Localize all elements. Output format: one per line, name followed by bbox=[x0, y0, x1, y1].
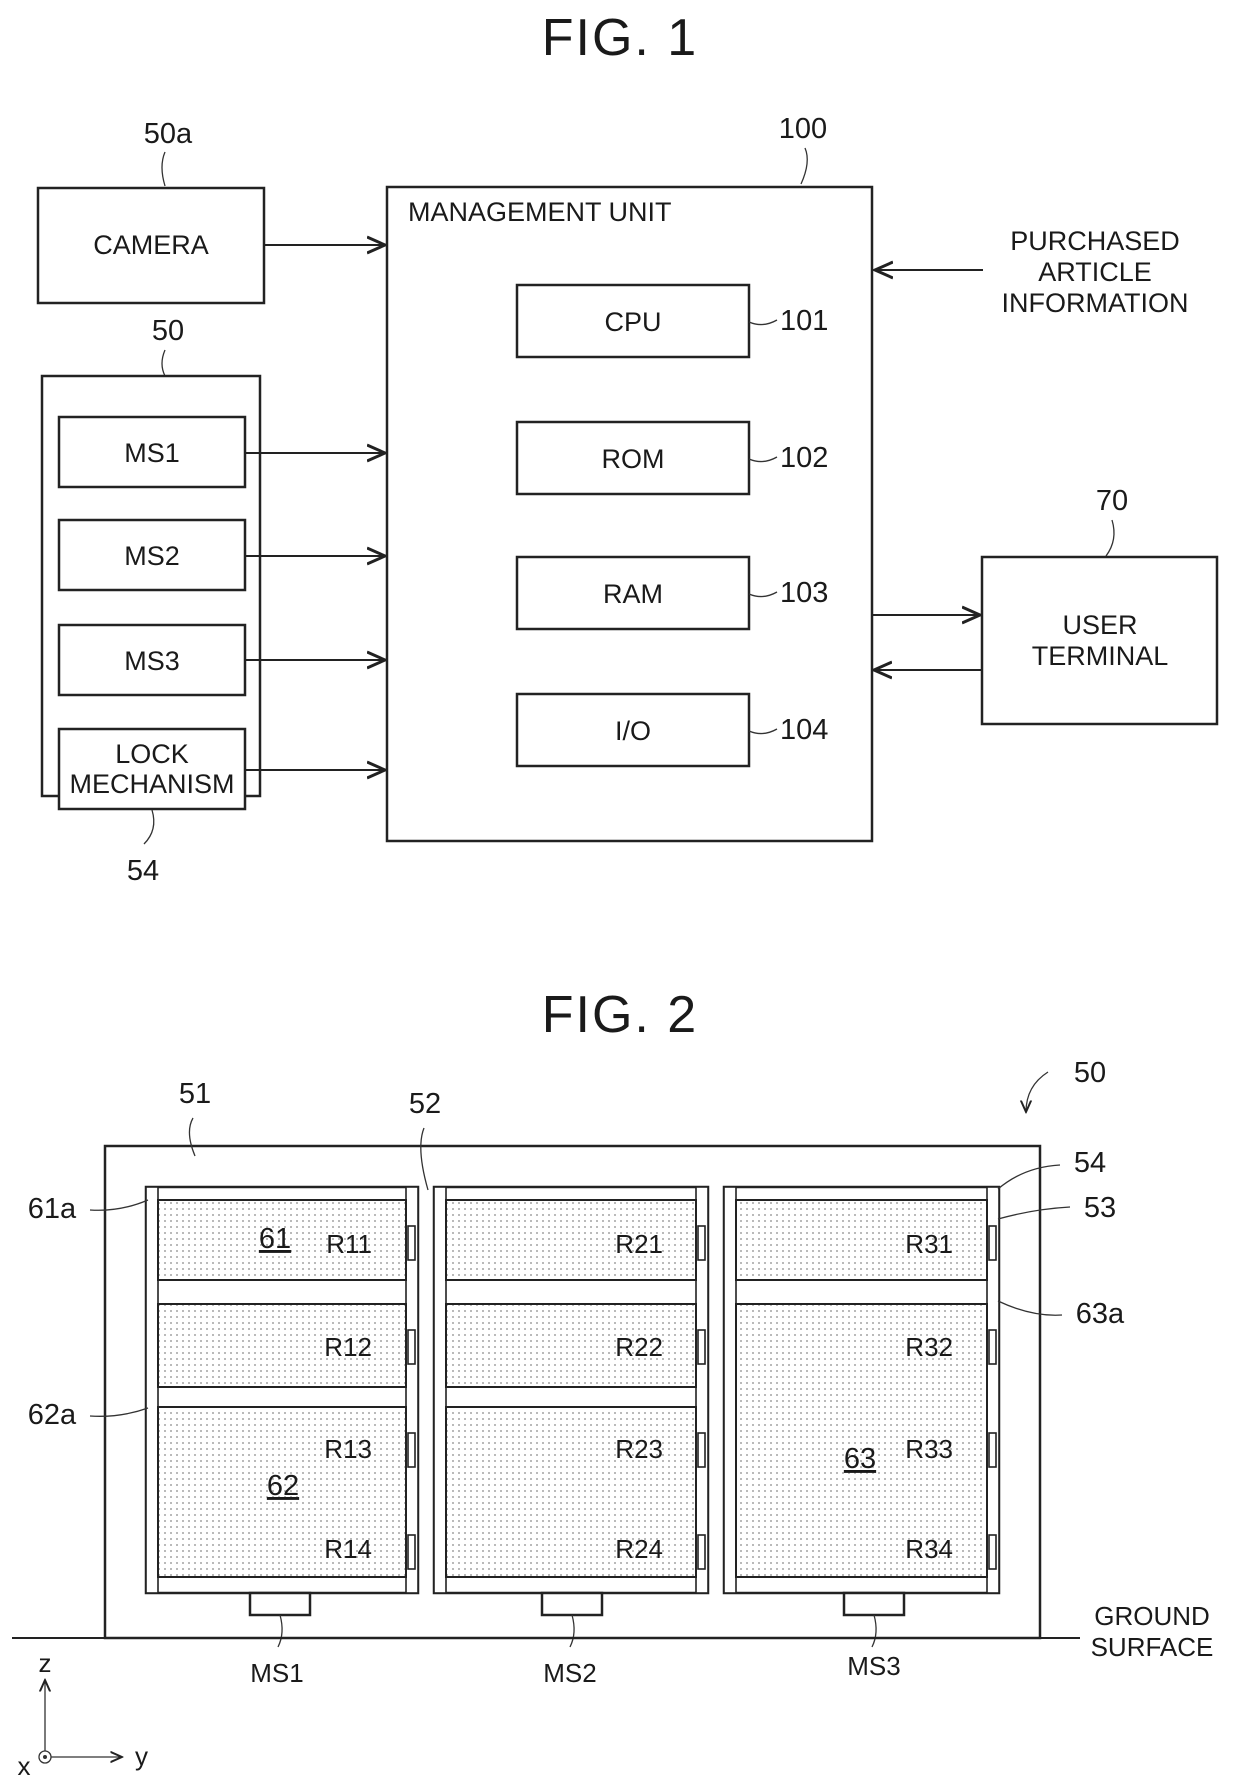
box-63a-ref: 63a bbox=[1076, 1298, 1125, 1330]
management-unit: 100 MANAGEMENT UNIT CPU 101 ROM 102 RAM … bbox=[385, 113, 874, 843]
io-ref: 104 bbox=[780, 714, 828, 746]
ms1-label: MS1 bbox=[250, 1658, 303, 1688]
divider-ref: 52 bbox=[409, 1088, 441, 1120]
storage-group-ref: 50 bbox=[152, 315, 184, 347]
x-axis-label: x bbox=[18, 1751, 31, 1781]
camera-ref: 50a bbox=[144, 118, 193, 150]
purchased-info-line2: ARTICLE bbox=[1038, 257, 1152, 287]
user-terminal-line2: TERMINAL bbox=[1032, 641, 1169, 671]
user-terminal: 70 USER TERMINAL bbox=[872, 485, 1219, 726]
rfid-r32: R32 bbox=[905, 1332, 953, 1362]
purchased-info-line1: PURCHASED bbox=[1010, 226, 1180, 256]
rfid-r21: R21 bbox=[615, 1229, 663, 1259]
rfid-r22: R22 bbox=[615, 1332, 663, 1362]
cpu-label: CPU bbox=[604, 307, 661, 337]
fig1-title: FIG. 1 bbox=[542, 9, 698, 67]
lock-label-line1: LOCK bbox=[115, 739, 189, 769]
ms2-sensor bbox=[540, 1591, 604, 1617]
lock-ref: 54 bbox=[127, 855, 159, 887]
rfid-r23: R23 bbox=[615, 1434, 663, 1464]
ram-label: RAM bbox=[603, 579, 663, 609]
lock-54-ref: 54 bbox=[1074, 1147, 1106, 1179]
rfid-r33: R33 bbox=[905, 1434, 953, 1464]
ms1-sensor bbox=[248, 1591, 312, 1617]
box-61-label: 61 bbox=[259, 1223, 291, 1255]
rail-53-ref: 53 bbox=[1084, 1192, 1116, 1224]
box-62a-ref: 62a bbox=[28, 1399, 77, 1431]
sensor-ms1-block: MS1 bbox=[57, 415, 385, 489]
io-label: I/O bbox=[615, 716, 651, 746]
ms3-sensor bbox=[842, 1591, 906, 1617]
box-61a-ref: 61a bbox=[28, 1193, 77, 1225]
rfid-r34: R34 bbox=[905, 1534, 953, 1564]
axis-indicator: z y x bbox=[18, 1648, 149, 1781]
sensor-ms3-label: MS3 bbox=[124, 646, 180, 676]
sensor-ms2-block: MS2 bbox=[57, 518, 385, 592]
fig2-title: FIG. 2 bbox=[542, 986, 698, 1044]
management-unit-label: MANAGEMENT UNIT bbox=[408, 197, 672, 227]
rfid-r11: R11 bbox=[326, 1229, 372, 1259]
sensor-ms2-label: MS2 bbox=[124, 541, 180, 571]
sensor-ms3-block: MS3 bbox=[57, 623, 385, 697]
rfid-r12: R12 bbox=[324, 1332, 372, 1362]
z-axis-label: z bbox=[39, 1648, 52, 1678]
box-63-label: 63 bbox=[844, 1443, 876, 1475]
box-62-label: 62 bbox=[267, 1470, 299, 1502]
purchased-article-info: PURCHASED ARTICLE INFORMATION bbox=[875, 226, 1188, 318]
management-unit-ref: 100 bbox=[779, 113, 827, 145]
purchased-info-line3: INFORMATION bbox=[1002, 288, 1189, 318]
ms3-label: MS3 bbox=[847, 1651, 900, 1681]
camera-label: CAMERA bbox=[93, 230, 209, 260]
user-terminal-line1: USER bbox=[1062, 610, 1137, 640]
rom-label: ROM bbox=[602, 444, 665, 474]
frame-ref: 51 bbox=[179, 1078, 211, 1110]
lock-mechanism-block: LOCK MECHANISM 54 bbox=[57, 727, 385, 887]
rfid-r31: R31 bbox=[905, 1229, 953, 1259]
ground-label-line2: SURFACE bbox=[1091, 1632, 1214, 1662]
ground-label-line1: GROUND bbox=[1094, 1601, 1210, 1631]
fig1: FIG. 1 50a CAMERA 50 MS1 MS2 MS3 LOCK ME… bbox=[36, 9, 1219, 887]
apparatus-ref: 50 bbox=[1074, 1057, 1106, 1089]
rfid-r13: R13 bbox=[324, 1434, 372, 1464]
ram-ref: 103 bbox=[780, 577, 828, 609]
user-terminal-ref: 70 bbox=[1096, 485, 1128, 517]
sensor-ms1-label: MS1 bbox=[124, 438, 180, 468]
fig2: FIG. 2 50 51 52 61 62 63 R11 R12 R13 R14… bbox=[12, 986, 1213, 1781]
cpu-ref: 101 bbox=[780, 305, 828, 337]
patent-figure-sheet: FIG. 1 50a CAMERA 50 MS1 MS2 MS3 LOCK ME… bbox=[12, 9, 1219, 1781]
camera-block: 50a CAMERA bbox=[36, 118, 385, 305]
rfid-r24: R24 bbox=[615, 1534, 663, 1564]
storage-group: 50 MS1 MS2 MS3 LOCK MECHANISM 54 bbox=[40, 315, 385, 887]
apparatus-ref-arrow bbox=[1026, 1071, 1049, 1112]
y-axis-label: y bbox=[135, 1741, 148, 1771]
ms2-label: MS2 bbox=[543, 1658, 596, 1688]
lock-label-line2: MECHANISM bbox=[69, 769, 234, 799]
rfid-r14: R14 bbox=[324, 1534, 372, 1564]
rom-ref: 102 bbox=[780, 442, 828, 474]
